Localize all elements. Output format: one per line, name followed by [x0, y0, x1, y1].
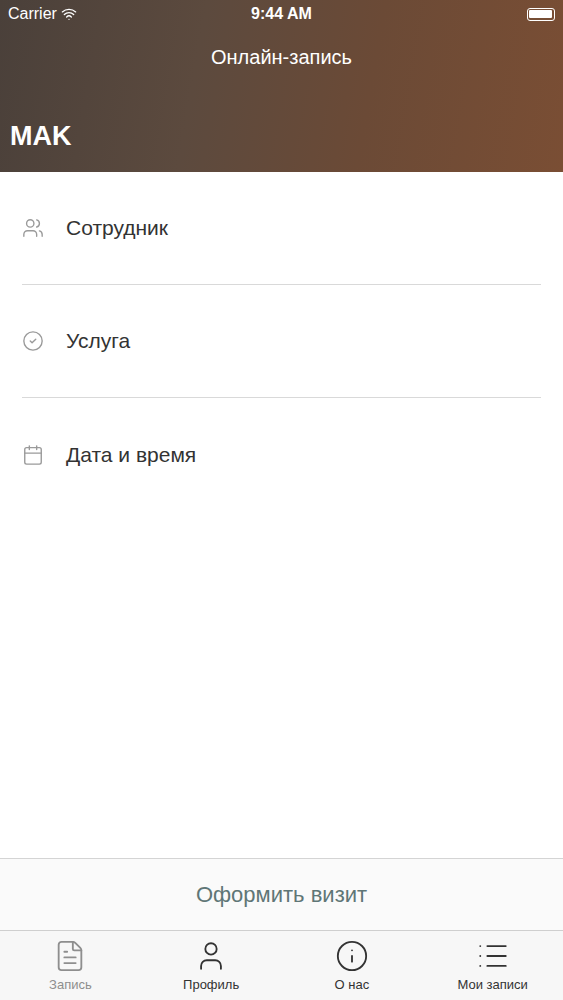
booking-row[interactable]: Сотрудник — [22, 172, 541, 285]
people-icon — [22, 217, 44, 239]
tab-label: Запись — [49, 977, 92, 993]
clock: 9:44 AM — [251, 2, 312, 26]
tab[interactable]: О нас — [282, 931, 423, 1000]
tab-label: Профиль — [183, 977, 239, 993]
submit-button[interactable]: Оформить визит — [0, 858, 563, 930]
tab[interactable]: Мои записи — [422, 931, 563, 1000]
tab[interactable]: Запись — [0, 931, 141, 1000]
header-title: Онлайн-запись — [0, 28, 563, 86]
calendar-icon — [22, 444, 44, 466]
app: Carrier 9:44 AMОнлайн-запись MAK Сотрудник У… — [0, 0, 563, 1000]
tab[interactable]: Профиль — [141, 931, 282, 1000]
check-circle-icon — [22, 330, 44, 352]
carrier: Carrier — [8, 2, 57, 26]
booking-row[interactable]: Дата и время — [22, 398, 541, 511]
header: Carrier 9:44 AMОнлайн-запись MAK — [0, 0, 563, 172]
tab-bar: Запись Профиль О нас Мои записи — [0, 930, 563, 1000]
row-label: Сотрудник — [66, 212, 168, 244]
salon-name: MAK — [10, 118, 72, 154]
person-icon — [194, 939, 228, 973]
document-icon — [53, 939, 87, 973]
list-icon — [476, 939, 510, 973]
row-label: Услуга — [66, 325, 130, 357]
wifi-icon — [61, 6, 77, 22]
tab-label: Мои записи — [457, 977, 527, 993]
booking-list: Сотрудник Услуга Дата и время — [0, 172, 563, 858]
battery-icon — [527, 8, 555, 21]
status-bar: Carrier 9:44 AM — [0, 0, 563, 28]
booking-row[interactable]: Услуга — [22, 285, 541, 398]
row-label: Дата и время — [66, 439, 196, 471]
info-icon — [335, 939, 369, 973]
tab-label: О нас — [335, 977, 370, 993]
